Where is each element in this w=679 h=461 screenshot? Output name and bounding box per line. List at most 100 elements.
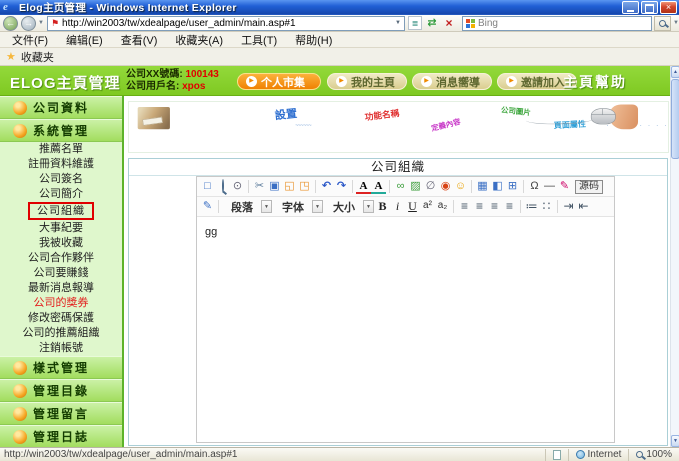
close-button[interactable]: ×	[660, 1, 677, 14]
sidebar-item-password-protection[interactable]: 修改密碼保護	[0, 311, 122, 326]
sidebar-item-company-signature[interactable]: 公司簽名	[0, 172, 122, 187]
nav-personal-market-button[interactable]: ▶ 个人市集	[237, 73, 321, 90]
favorites-label[interactable]: 收藏夹	[21, 49, 54, 65]
refresh-button[interactable]: ⇄	[425, 16, 439, 30]
emoticon-icon[interactable]: ☺	[453, 179, 468, 194]
dropdown-arrow-icon[interactable]: ▼	[312, 200, 323, 213]
scrollbar-thumb[interactable]	[671, 79, 679, 159]
background-color-icon[interactable]: A	[371, 180, 386, 194]
sidebar-item-company-intro[interactable]: 公司簡介	[0, 187, 122, 202]
undo-icon[interactable]: ↶	[319, 179, 334, 194]
address-field[interactable]: ⚑ ▼	[47, 16, 405, 31]
copy-icon[interactable]: ▣	[267, 179, 282, 194]
sidebar-item-favorited-by[interactable]: 我被收藏	[0, 236, 122, 251]
font-dropdown[interactable]: 字体 ▼	[274, 199, 323, 215]
compatibility-view-icon[interactable]: ≣	[408, 16, 422, 30]
paragraph-dropdown[interactable]: 段落 ▼	[223, 199, 272, 215]
table-grid-icon[interactable]: ⊞	[505, 179, 520, 194]
image-icon[interactable]: ▨	[408, 179, 423, 194]
bold-icon[interactable]: B	[375, 199, 390, 214]
sidebar-item-company-organization[interactable]: 公司組織	[0, 202, 122, 221]
company-user-value: xpos	[182, 81, 205, 92]
italic-icon[interactable]: i	[390, 199, 405, 214]
sidebar-section-company-info[interactable]: 公司資料	[0, 96, 122, 119]
search-options-icon[interactable]: ▼	[673, 20, 679, 26]
sidebar-item-latest-news[interactable]: 最新消息報導	[0, 281, 122, 296]
status-zoom-cell[interactable]: 100%	[628, 449, 679, 461]
scroll-up-icon[interactable]: ▲	[671, 66, 679, 78]
indent-icon[interactable]: ⇥	[561, 199, 576, 214]
menu-view[interactable]: 查看(V)	[121, 32, 158, 48]
sidebar-section-manage-directory[interactable]: 管理目錄	[0, 379, 122, 402]
sidebar-item-company-coupons[interactable]: 公司的獎券	[0, 296, 122, 311]
table-properties-icon[interactable]: ◧	[490, 179, 505, 194]
dropdown-arrow-icon[interactable]: ▼	[261, 200, 272, 213]
edit-pencil-icon[interactable]: ✎	[200, 199, 215, 214]
editor-toolbar-row2: ✎ 段落 ▼ 字体 ▼ 大小 ▼ B i	[197, 197, 614, 217]
nav-my-homepage-button[interactable]: ▶ 我的主頁	[327, 73, 407, 90]
redo-icon[interactable]: ↷	[334, 179, 349, 194]
find-icon[interactable]: ⊙	[230, 179, 245, 194]
unordered-list-icon[interactable]: ∷	[539, 199, 554, 214]
address-dropdown-icon[interactable]: ▼	[395, 20, 401, 26]
nav-button-label: 个人市集	[261, 74, 305, 90]
eraser-icon[interactable]: ✎	[557, 179, 572, 194]
back-button[interactable]: ←	[3, 16, 18, 31]
search-button[interactable]	[654, 16, 671, 31]
preview-icon[interactable]	[215, 179, 230, 194]
sidebar-item-company-earn[interactable]: 公司要賺錢	[0, 266, 122, 281]
outdent-icon[interactable]: ⇤	[576, 199, 591, 214]
align-right-icon[interactable]: ≡	[487, 199, 502, 214]
menu-edit[interactable]: 编辑(E)	[66, 32, 103, 48]
address-input[interactable]	[62, 18, 392, 29]
font-color-icon[interactable]: A	[356, 180, 371, 194]
editor-text-area[interactable]: gg	[197, 218, 614, 442]
sidebar-item-registration-maintenance[interactable]: 註冊資料維護	[0, 157, 122, 172]
paste-icon[interactable]: ◱	[282, 179, 297, 194]
sidebar-section-manage-messages[interactable]: 管理留言	[0, 402, 122, 425]
special-char-icon[interactable]: Ω	[527, 179, 542, 194]
underline-icon[interactable]: U	[405, 199, 420, 214]
search-input[interactable]	[478, 18, 648, 29]
menu-tools[interactable]: 工具(T)	[241, 32, 277, 48]
nav-message-wizard-button[interactable]: ▶ 消息嚮導	[412, 73, 492, 90]
forward-button[interactable]: →	[21, 16, 36, 31]
minimize-button[interactable]	[622, 1, 639, 14]
cut-icon[interactable]: ✂	[252, 179, 267, 194]
superscript-icon[interactable]: a²	[420, 199, 435, 214]
menu-file[interactable]: 文件(F)	[12, 32, 48, 48]
favorites-star-icon[interactable]: ★	[6, 50, 16, 63]
fullscreen-icon[interactable]: □	[200, 179, 215, 194]
align-justify-icon[interactable]: ≡	[502, 199, 517, 214]
size-dropdown[interactable]: 大小 ▼	[325, 199, 374, 215]
restore-button[interactable]	[641, 1, 658, 14]
vertical-scrollbar[interactable]: ▲ ▼	[670, 66, 679, 447]
table-icon[interactable]: ▦	[475, 179, 490, 194]
paste-word-icon[interactable]: ◳	[297, 179, 312, 194]
sidebar-item-recommend-organization[interactable]: 公司的推薦組織	[0, 326, 122, 341]
ordered-list-icon[interactable]: ≔	[524, 199, 539, 214]
align-left-icon[interactable]: ≡	[457, 199, 472, 214]
align-center-icon[interactable]: ≡	[472, 199, 487, 214]
scroll-down-icon[interactable]: ▼	[671, 435, 679, 447]
dropdown-arrow-icon[interactable]: ▼	[363, 200, 374, 213]
search-box[interactable]	[462, 16, 652, 31]
sidebar-section-style-management[interactable]: 樣式管理	[0, 356, 122, 379]
menu-favorites[interactable]: 收藏夹(A)	[175, 32, 223, 48]
sidebar-item-recommend-list[interactable]: 推薦名單	[0, 142, 122, 157]
source-code-button[interactable]: 源码	[575, 180, 603, 194]
menu-help[interactable]: 帮助(H)	[295, 32, 332, 48]
sidebar-section-system-management[interactable]: 系統管理	[0, 119, 122, 142]
history-dropdown-icon[interactable]: ▼	[38, 20, 44, 26]
link-icon[interactable]: ∞	[393, 179, 408, 194]
sidebar-item-major-events[interactable]: 大事紀要	[0, 221, 122, 236]
remove-format-icon[interactable]: ∅	[423, 179, 438, 194]
sidebar-item-cancel-account[interactable]: 注銷帳號	[0, 341, 122, 356]
flash-media-icon[interactable]: ◉	[438, 179, 453, 194]
stop-button[interactable]: ×	[442, 16, 456, 30]
sidebar-item-partners[interactable]: 公司合作夥伴	[0, 251, 122, 266]
sidebar-section-manage-logs[interactable]: 管理日誌	[0, 425, 122, 448]
subscript-icon[interactable]: a₂	[435, 199, 450, 214]
homepage-help-link[interactable]: 主頁幫助	[563, 72, 627, 92]
horizontal-rule-icon[interactable]: —	[542, 179, 557, 194]
